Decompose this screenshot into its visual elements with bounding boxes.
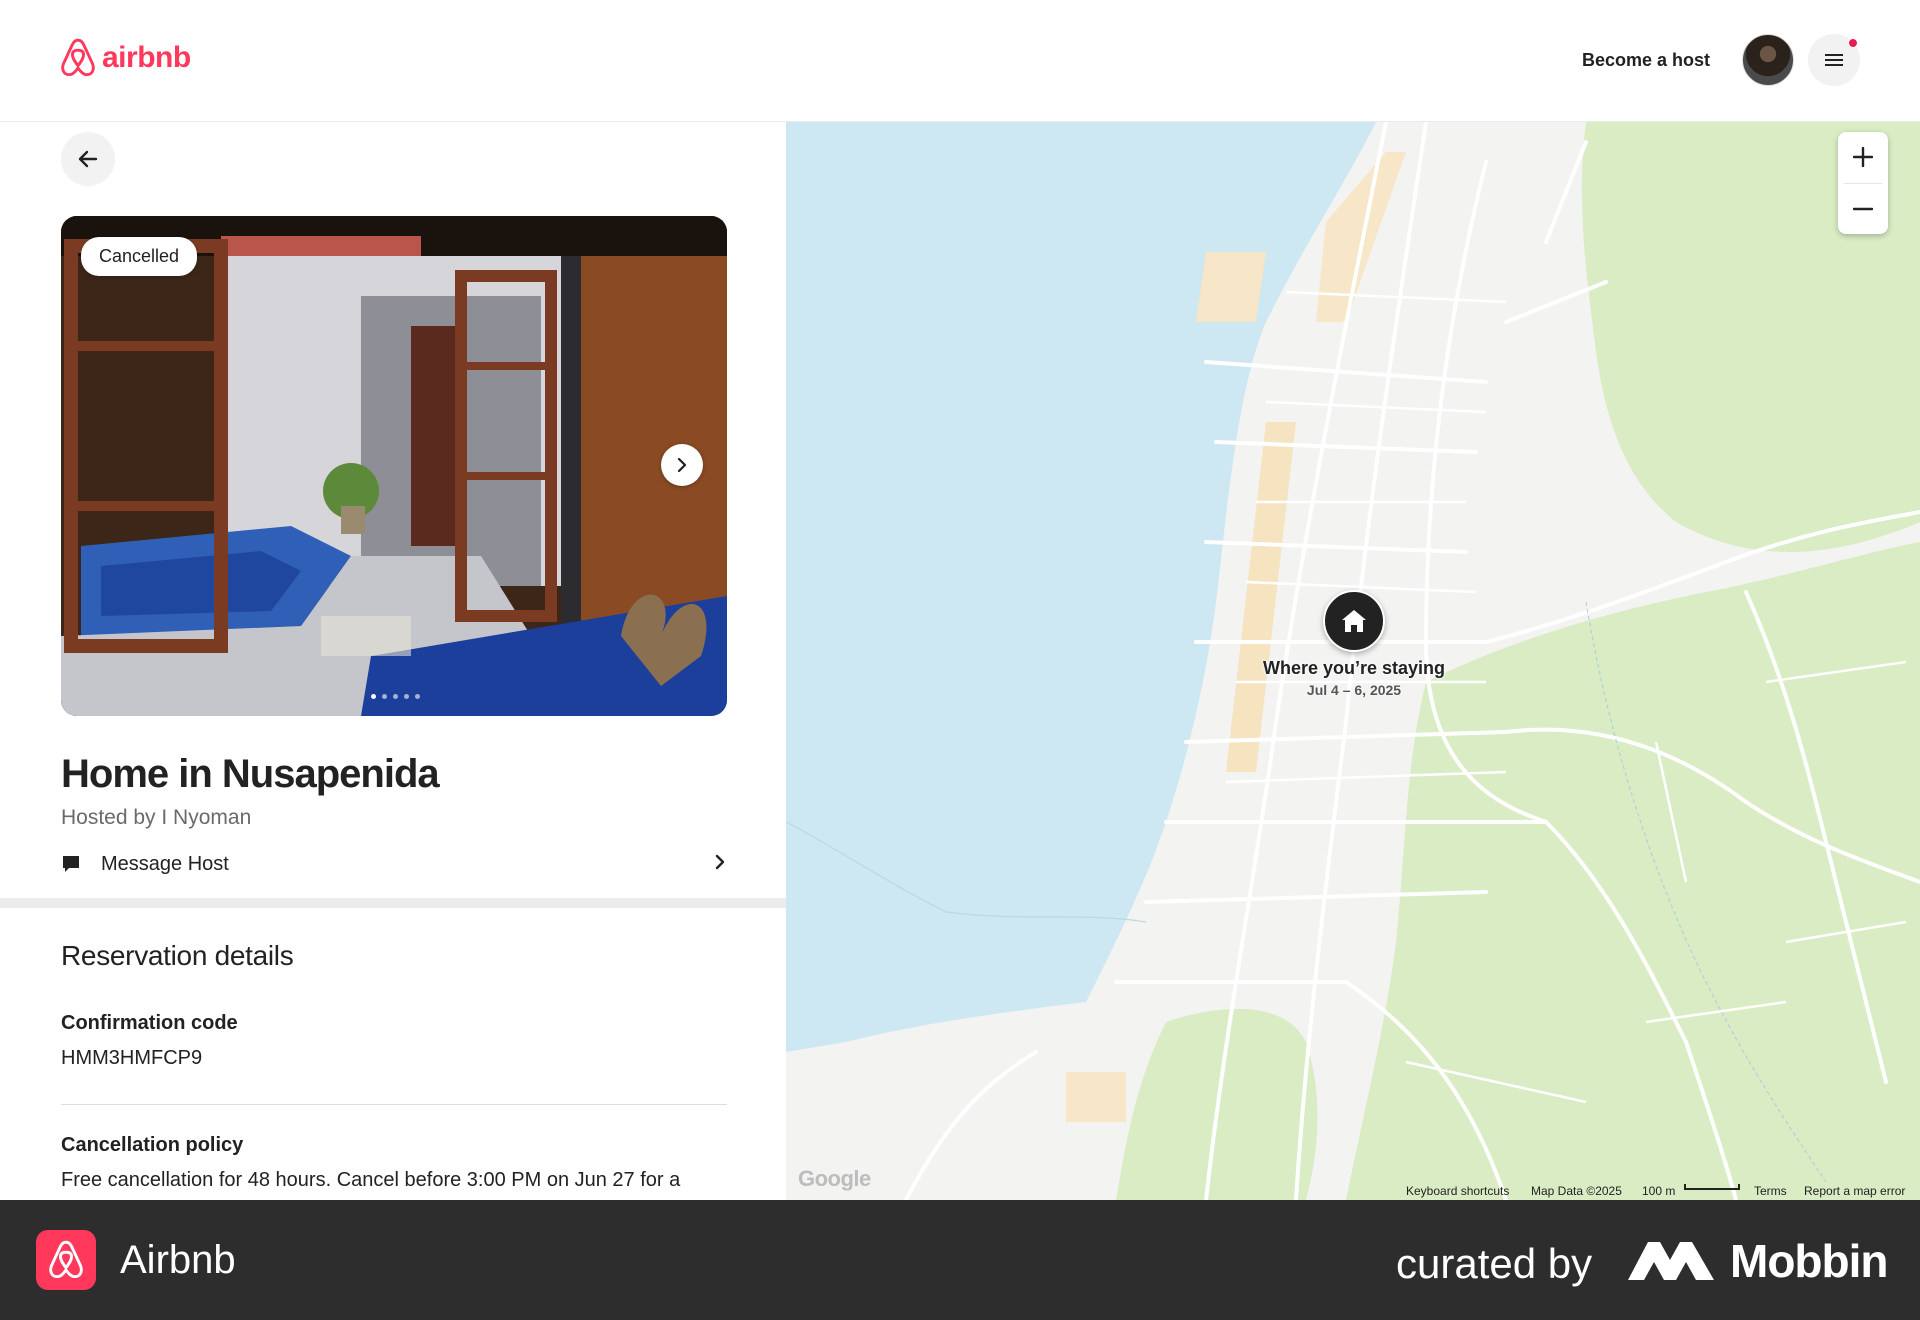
chevron-right-icon [715, 854, 725, 870]
map-view[interactable]: Where you’re staying Jul 4 – 6, 2025 Goo… [786, 122, 1920, 1200]
back-button[interactable] [61, 132, 115, 186]
section-divider [0, 898, 786, 908]
photo-dot[interactable] [393, 694, 398, 699]
confirmation-code-value: HMM3HMFCP9 [61, 1047, 203, 1069]
next-photo-button[interactable] [661, 444, 703, 486]
home-icon [1342, 610, 1366, 632]
chevron-right-icon [677, 458, 687, 472]
keyboard-shortcuts-link[interactable]: Keyboard shortcuts [1406, 1184, 1509, 1198]
listing-photo-image [61, 216, 727, 716]
terms-link[interactable]: Terms [1754, 1184, 1787, 1198]
message-host-label: Message Host [101, 852, 229, 875]
marker-dates: Jul 4 – 6, 2025 [1306, 682, 1402, 698]
map-data-credit: Map Data ©2025 [1531, 1184, 1622, 1198]
listing-photo[interactable]: Cancelled [61, 216, 727, 716]
become-host-link[interactable]: Become a host [1570, 44, 1722, 77]
zoom-out-button[interactable] [1838, 184, 1888, 234]
row-divider [61, 1104, 727, 1105]
airbnb-logo-icon [61, 38, 95, 77]
scale-bar [1684, 1184, 1740, 1190]
message-host-row[interactable]: Message Host [61, 844, 727, 884]
stay-location-marker[interactable] [1323, 590, 1385, 652]
hamburger-icon [1825, 54, 1843, 66]
airbnb-logo-text: airbnb [102, 41, 191, 74]
confirmation-code-label: Confirmation code [61, 1012, 238, 1034]
mobbin-wordmark: Mobbin [1730, 1235, 1888, 1287]
status-badge: Cancelled [81, 237, 198, 276]
map-attribution: Keyboard shortcuts Map Data ©2025 100 m … [786, 1182, 1920, 1200]
airbnb-logo-icon [49, 1240, 83, 1279]
menu-button[interactable] [1808, 34, 1860, 86]
report-map-error-link[interactable]: Report a map error [1804, 1184, 1905, 1198]
curated-by-label: curated by [1396, 1240, 1593, 1287]
minus-icon [1853, 207, 1873, 211]
trip-details-panel: Cancelled Home in Nusapenida Hosted by I… [0, 122, 786, 1200]
app-name: Airbnb [120, 1238, 236, 1282]
photo-dot[interactable] [371, 694, 376, 699]
hosted-by: Hosted by I Nyoman [61, 806, 252, 829]
photo-pagination [371, 694, 420, 699]
cancellation-policy-text: Free cancellation for 48 hours. Cancel b… [61, 1169, 681, 1191]
top-header: airbnb Become a host [0, 0, 1920, 122]
photo-dot[interactable] [415, 694, 420, 699]
listing-title: Home in Nusapenida [61, 752, 440, 796]
zoom-controls [1838, 132, 1888, 234]
zoom-in-button[interactable] [1838, 132, 1888, 182]
plus-icon [1853, 147, 1873, 167]
reservation-details-heading: Reservation details [61, 940, 294, 971]
photo-dot[interactable] [404, 694, 409, 699]
photo-dot[interactable] [382, 694, 387, 699]
airbnb-logo[interactable]: airbnb [60, 38, 191, 78]
notification-dot [1848, 38, 1858, 48]
airbnb-app-icon [36, 1230, 96, 1290]
user-avatar[interactable] [1742, 34, 1794, 86]
message-bubble-icon [63, 856, 79, 872]
scale-label: 100 m [1642, 1184, 1676, 1198]
curation-banner: Airbnb curated by Mobbin [0, 1200, 1920, 1320]
cancellation-policy-label: Cancellation policy [61, 1134, 244, 1156]
marker-title: Where you’re staying [1262, 658, 1446, 678]
mobbin-logo-icon [1628, 1242, 1714, 1280]
arrow-left-icon [78, 150, 98, 168]
